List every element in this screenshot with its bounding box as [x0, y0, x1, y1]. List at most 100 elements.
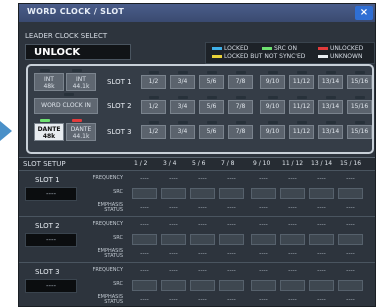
legend-locked: LOCKED [224, 45, 249, 52]
setup-emphasis-value: ---- [317, 296, 326, 303]
slot-pair-button[interactable]: 3/4 [170, 75, 195, 89]
slot-pair-button[interactable]: 5/6 [199, 125, 224, 139]
src-toggle[interactable] [309, 188, 334, 199]
legend-locked-not-synced-swatch [212, 55, 222, 58]
setup-row-label-frequency: FREQUENCY [92, 267, 123, 273]
slot-pair-button[interactable]: 5/6 [199, 100, 224, 114]
src-toggle[interactable] [251, 280, 276, 291]
slot-pair-button[interactable]: 7/8 [228, 75, 253, 89]
setup-emphasis-value: ---- [169, 250, 178, 257]
src-toggle[interactable] [338, 188, 363, 199]
src-toggle[interactable] [132, 234, 157, 245]
slot-pair-button[interactable]: 11/12 [289, 75, 314, 89]
src-toggle[interactable] [219, 188, 244, 199]
src-toggle[interactable] [161, 188, 186, 199]
slot-pair-button[interactable]: 9/10 [260, 100, 285, 114]
setup-column-header: 11 / 12 [282, 160, 304, 167]
setup-emphasis-value: ---- [140, 204, 149, 211]
src-toggle[interactable] [161, 280, 186, 291]
slot-pair-button[interactable]: 11/12 [289, 100, 314, 114]
slot-pair-button[interactable]: 1/2 [141, 75, 166, 89]
src-toggle[interactable] [132, 188, 157, 199]
src-toggle[interactable] [280, 280, 305, 291]
setup-emphasis-value: ---- [169, 204, 178, 211]
slot-pair-button[interactable]: 15/16 [347, 125, 372, 139]
slot-setup-slot-name: SLOT 3 [35, 268, 60, 276]
slot2-label: SLOT 2 [107, 102, 132, 110]
setup-emphasis-value: ---- [140, 250, 149, 257]
slot-pair-button[interactable]: 3/4 [170, 125, 195, 139]
pair-led [297, 96, 307, 99]
setup-frequency-value: ---- [317, 267, 326, 274]
src-toggle[interactable] [309, 234, 334, 245]
src-toggle[interactable] [280, 188, 305, 199]
setup-emphasis-value: ---- [198, 296, 207, 303]
setup-emphasis-value: ---- [346, 296, 355, 303]
legend-unknown-swatch [318, 55, 328, 58]
setup-frequency-value: ---- [346, 221, 355, 228]
int-48k-button[interactable]: INT 48k [34, 73, 64, 91]
pair-led [355, 121, 365, 124]
word-clock-slot-window: WORD CLOCK / SLOT × LEADER CLOCK SELECT … [18, 3, 376, 307]
slot-pair-button[interactable]: 1/2 [141, 125, 166, 139]
src-toggle[interactable] [190, 188, 215, 199]
dante-44k-button[interactable]: DANTE 44.1k [66, 123, 96, 141]
src-toggle[interactable] [219, 234, 244, 245]
slot-card-status: ---- [25, 187, 77, 201]
word-clock-in-button[interactable]: WORD CLOCK IN [34, 98, 98, 114]
slot-pair-button[interactable]: 15/16 [347, 75, 372, 89]
pair-led [178, 121, 188, 124]
slot-pair-button[interactable]: 13/14 [318, 100, 343, 114]
slot-pair-button[interactable]: 13/14 [318, 75, 343, 89]
setup-column-header: 13 / 14 [311, 160, 333, 167]
src-toggle[interactable] [132, 280, 157, 291]
setup-emphasis-value: ---- [227, 204, 236, 211]
src-toggle[interactable] [219, 280, 244, 291]
setup-emphasis-value: ---- [346, 250, 355, 257]
src-toggle[interactable] [280, 234, 305, 245]
dante48-led [40, 119, 50, 122]
setup-frequency-value: ---- [317, 221, 326, 228]
setup-emphasis-value: ---- [317, 204, 326, 211]
slot-pair-button[interactable]: 15/16 [347, 100, 372, 114]
src-toggle[interactable] [338, 234, 363, 245]
close-button[interactable]: × [355, 6, 373, 20]
slot-pair-button[interactable]: 9/10 [260, 125, 285, 139]
slot-pair-button[interactable]: 3/4 [170, 100, 195, 114]
setup-frequency-value: ---- [346, 267, 355, 274]
src-toggle[interactable] [251, 188, 276, 199]
setup-emphasis-value: ---- [259, 204, 268, 211]
src-toggle[interactable] [190, 280, 215, 291]
legend-unlocked: UNLOCKED [330, 45, 364, 52]
src-toggle[interactable] [190, 234, 215, 245]
setup-emphasis-value: ---- [198, 204, 207, 211]
src-toggle[interactable] [161, 234, 186, 245]
pair-led [297, 71, 307, 74]
setup-emphasis-value: ---- [288, 250, 297, 257]
slot-pair-button[interactable]: 5/6 [199, 75, 224, 89]
slot-setup-block: SLOT 1 ---- FREQUENCY ---- ---- ---- ---- ---- -… [19, 170, 375, 217]
slot-card-status: ---- [25, 279, 77, 293]
slot-setup-slot-name: SLOT 2 [35, 222, 60, 230]
src-toggle[interactable] [251, 234, 276, 245]
pointer-arrow-icon [0, 121, 12, 141]
slot-pair-button[interactable]: 13/14 [318, 125, 343, 139]
pair-led [236, 96, 246, 99]
setup-frequency-value: ---- [169, 175, 178, 182]
setup-emphasis-value: ---- [259, 250, 268, 257]
int441-led [72, 69, 82, 72]
legend-src-on: SRC ON [274, 45, 297, 52]
slot-pair-button[interactable]: 1/2 [141, 100, 166, 114]
dante-48k-button[interactable]: DANTE 48k [34, 123, 64, 141]
slot-pair-button[interactable]: 7/8 [228, 100, 253, 114]
setup-row-label-frequency: FREQUENCY [92, 175, 123, 181]
src-toggle[interactable] [309, 280, 334, 291]
setup-frequency-value: ---- [288, 267, 297, 274]
setup-emphasis-value: ---- [288, 204, 297, 211]
int-44k-button[interactable]: INT 44.1k [66, 73, 96, 91]
src-toggle[interactable] [338, 280, 363, 291]
int48-led [40, 69, 50, 72]
slot-pair-button[interactable]: 9/10 [260, 75, 285, 89]
slot-pair-button[interactable]: 11/12 [289, 125, 314, 139]
slot-pair-button[interactable]: 7/8 [228, 125, 253, 139]
